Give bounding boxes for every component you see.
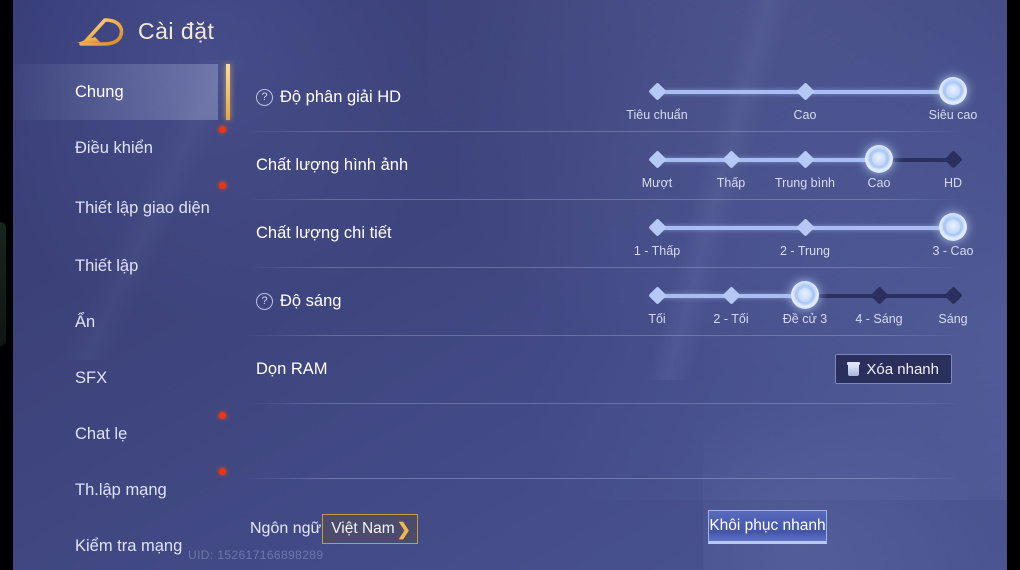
sidebar-item-label: Thiết lập giao diện — [75, 199, 210, 217]
sidebar-item-chung[interactable]: Chung — [13, 64, 230, 120]
slider-tick[interactable] — [795, 82, 815, 101]
setting-label-wrap: ? Độ phân giải HD — [256, 88, 401, 107]
slider-tick-label: 1 - Thấp — [633, 244, 681, 258]
slider-tick[interactable] — [647, 286, 667, 305]
chevron-right-icon: ❯ — [396, 519, 411, 539]
restore-button-label: Khôi phục nhanh — [709, 517, 826, 534]
sidebar-item-chat-le[interactable]: Chat lẹ — [13, 406, 226, 462]
edge-handle-tab[interactable] — [0, 222, 6, 346]
help-icon[interactable]: ? — [256, 293, 273, 310]
footer: Ngôn ngữ Việt Nam ❯ Khôi phục nhanh — [238, 478, 983, 570]
sidebar-item-an[interactable]: Ẩn — [13, 294, 218, 350]
setting-label: Dọn RAM — [256, 360, 328, 378]
language-selector: Ngôn ngữ Việt Nam ❯ — [250, 514, 418, 544]
slider-tick-label: Mượt — [641, 176, 673, 190]
setting-label: Độ sáng — [280, 292, 342, 310]
page-title: Cài đặt — [138, 18, 215, 44]
row-divider — [246, 403, 961, 404]
slider-tick[interactable] — [647, 218, 667, 237]
sidebar-item-label: Chat lẹ — [75, 424, 128, 443]
notification-badge-dot — [219, 182, 226, 189]
slider-thumb[interactable] — [791, 281, 819, 309]
slider-tick-label: Siêu cao — [928, 108, 978, 122]
slider-tick-label: Tối — [648, 312, 666, 326]
setting-label: Độ phân giải HD — [280, 88, 402, 106]
setting-label-wrap: Chất lượng hình ảnh — [256, 156, 408, 175]
slider-tick[interactable] — [795, 150, 815, 169]
clear-ram-button[interactable]: Xóa nhanh — [835, 354, 952, 384]
slider-do-phan-giai-hd[interactable]: Tiêu chuẩn Cao Siêu cao — [626, 77, 977, 124]
setting-row-chat-luong-hinh-anh: Chất lượng hình ảnh Mượt Thấp Trung bình Ca… — [238, 132, 983, 200]
clear-ram-button-label: Xóa nhanh — [866, 360, 939, 378]
slider-tick-label: Cao — [867, 176, 891, 190]
slider-chat-luong-hinh-anh[interactable]: Mượt Thấp Trung bình Cao HD — [641, 145, 965, 192]
header: Cài đặt — [13, 0, 1007, 62]
slider-chat-luong-chi-tiet[interactable]: 1 - Thấp 2 - Trung 3 - Cao — [634, 213, 974, 260]
sidebar: Chung Điều khiển Thiết lập giao diện Thi… — [13, 64, 230, 570]
slider-do-sang[interactable]: Tối 2 - Tối Đề cử 3 4 - Sáng Sáng — [645, 281, 968, 328]
footer-divider — [246, 478, 961, 479]
notification-badge-dot — [219, 412, 226, 419]
language-value: Việt Nam — [331, 520, 395, 537]
setting-label-wrap: Dọn RAM — [256, 360, 328, 379]
setting-label-wrap: ? Độ sáng — [256, 292, 341, 311]
notification-badge-dot — [219, 468, 226, 475]
sidebar-item-label: Kiểm tra mạng — [75, 536, 183, 555]
sidebar-item-label: Chung — [75, 82, 124, 101]
setting-label: Chất lượng hình ảnh — [256, 156, 409, 174]
sidebar-item-label: Ẩn — [75, 312, 96, 331]
slider-tick[interactable] — [869, 286, 889, 305]
setting-row-do-phan-giai-hd: ? Độ phân giải HD Tiêu chuẩn Cao Siêu cao — [238, 64, 983, 132]
trash-icon — [847, 362, 861, 376]
sidebar-item-label: Điều khiển — [75, 138, 153, 157]
active-indicator — [226, 64, 230, 120]
sidebar-item-thiet-lap-giao-dien[interactable]: Thiết lập giao diện — [13, 176, 226, 238]
sidebar-item-sfx[interactable]: SFX — [13, 350, 218, 406]
slider-tick[interactable] — [943, 286, 963, 305]
help-icon[interactable]: ? — [256, 89, 273, 106]
sidebar-item-th-lap-mang[interactable]: Th.lập mạng — [13, 462, 226, 518]
language-label: Ngôn ngữ — [250, 520, 322, 537]
slider-tick-label: 4 - Sáng — [855, 312, 903, 326]
setting-label: Chất lượng chi tiết — [256, 224, 392, 242]
slider-tick[interactable] — [795, 218, 815, 237]
sidebar-item-label: Thiết lập — [75, 256, 139, 275]
slider-tick-label: HD — [943, 176, 963, 190]
sidebar-item-thiet-lap[interactable]: Thiết lập — [13, 238, 218, 294]
restore-button[interactable]: Khôi phục nhanh — [708, 510, 827, 544]
sidebar-item-label: Th.lập mạng — [75, 480, 167, 499]
slider-tick[interactable] — [721, 150, 741, 169]
language-value-button[interactable]: Việt Nam ❯ — [322, 514, 418, 544]
sidebar-item-dieu-khien[interactable]: Điều khiển — [13, 120, 226, 176]
setting-row-chat-luong-chi-tiet: Chất lượng chi tiết 1 - Thấp 2 - Trung 3 -… — [238, 200, 983, 268]
slider-tick[interactable] — [721, 286, 741, 305]
slider-tick-label: Thấp — [716, 176, 746, 190]
setting-label-wrap: Chất lượng chi tiết — [256, 224, 392, 243]
slider-tick[interactable] — [647, 82, 667, 101]
slider-fill — [657, 158, 879, 162]
slider-thumb[interactable] — [939, 77, 967, 105]
slider-tick-label: Đề cử 3 — [782, 312, 828, 326]
slider-thumb[interactable] — [939, 213, 967, 241]
slider-tick-label: 3 - Cao — [932, 244, 974, 258]
slider-tick[interactable] — [943, 150, 963, 169]
letterbox-right — [1007, 0, 1020, 570]
slider-tick-label: 2 - Trung — [779, 244, 831, 258]
slider-tick-label: Tiêu chuẩn — [626, 108, 688, 122]
notification-badge-dot — [219, 126, 226, 133]
slider-thumb[interactable] — [865, 145, 893, 173]
slider-tick-label: Cao — [793, 108, 817, 122]
gold-d-logo-icon — [75, 12, 125, 52]
sidebar-item-kiem-tra-mang[interactable]: Kiểm tra mạng — [13, 518, 218, 570]
setting-row-do-sang: ? Độ sáng Tối 2 - Tối Đề cử 3 4 - Sáng Sáng — [238, 268, 983, 336]
slider-tick[interactable] — [647, 150, 667, 169]
uid-text: UID: 152617166898289 — [188, 548, 324, 562]
app-root: Cài đặt Chung Điều khiển Thiết lập giao … — [0, 0, 1020, 570]
sidebar-item-label: SFX — [75, 368, 108, 387]
settings-panel: Cài đặt Chung Điều khiển Thiết lập giao … — [13, 0, 1007, 570]
setting-row-don-ram: Dọn RAM Xóa nhanh — [238, 336, 983, 404]
slider-tick-label: Trung bình — [775, 176, 835, 190]
slider-tick-label: Sáng — [938, 312, 968, 326]
slider-tick-label: 2 - Tối — [713, 312, 749, 326]
